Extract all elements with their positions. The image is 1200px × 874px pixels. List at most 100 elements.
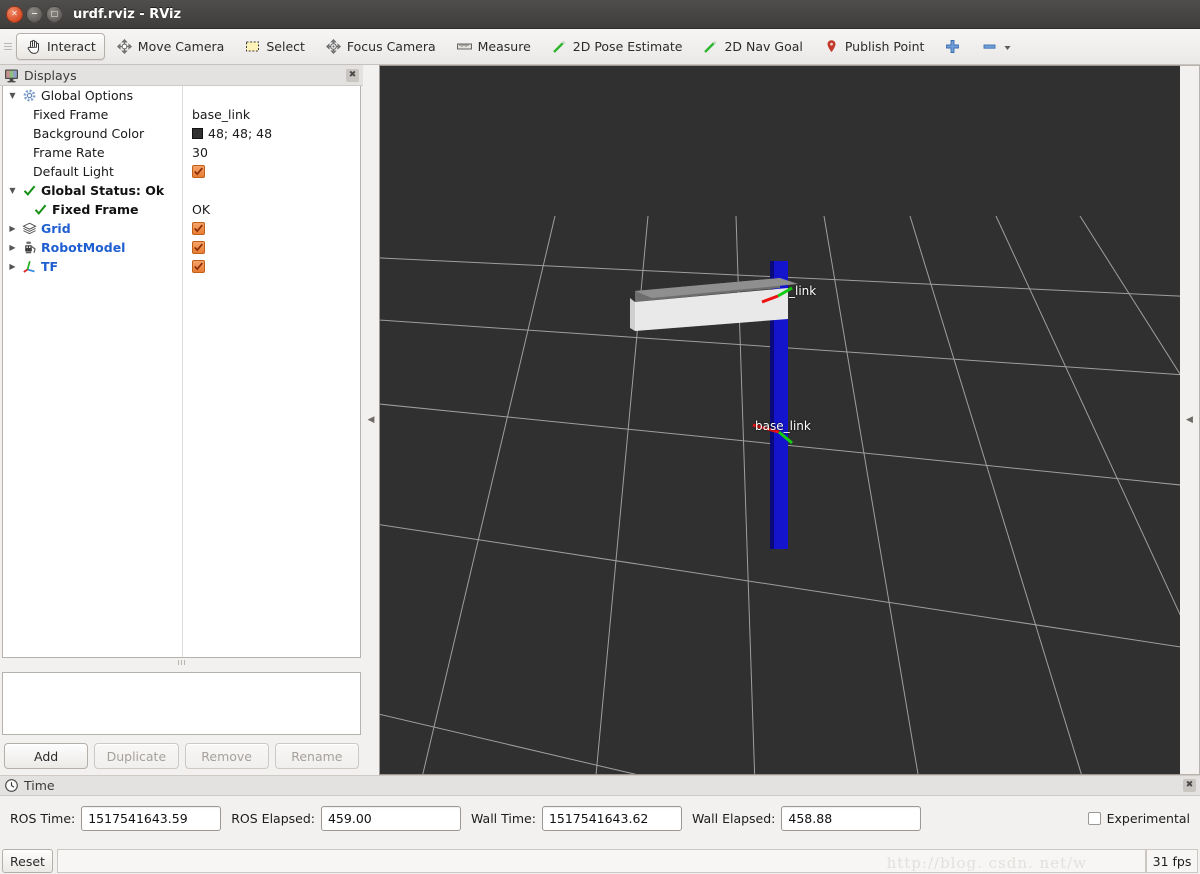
frame-label-base-link: base_link bbox=[755, 419, 811, 433]
tool-2d-nav-goal-label: 2D Nav Goal bbox=[724, 39, 803, 54]
expander-open-icon[interactable]: ▼ bbox=[7, 186, 18, 195]
tree-row-name-cell: Default Light bbox=[3, 164, 182, 179]
grid-icon bbox=[22, 221, 37, 236]
minus-icon bbox=[981, 38, 998, 55]
tree-row-value: 48; 48; 48 bbox=[208, 126, 273, 141]
render-viewport[interactable]: _link base_link bbox=[379, 65, 1180, 775]
plus-icon bbox=[944, 38, 961, 55]
maximize-icon: □ bbox=[50, 9, 59, 18]
tree-row-name-cell: ▶ TF bbox=[3, 259, 182, 274]
wall-time-label: Wall Time: bbox=[470, 810, 536, 826]
displays-tree[interactable]: ▼ Global Options Fixed Frame base_link Backg… bbox=[2, 86, 361, 658]
tool-focus-camera[interactable]: Focus Camera bbox=[316, 33, 445, 60]
experimental-checkbox-group[interactable]: Experimental bbox=[1087, 810, 1190, 826]
tree-row-label: Global Options bbox=[41, 88, 134, 103]
expander-closed-icon[interactable]: ▶ bbox=[7, 224, 18, 233]
toolbar-grip[interactable] bbox=[4, 36, 12, 58]
remove-tool-button[interactable] bbox=[972, 33, 1021, 60]
experimental-label: Experimental bbox=[1106, 810, 1190, 826]
check-icon bbox=[33, 202, 48, 217]
tool-move-camera-label: Move Camera bbox=[137, 39, 225, 54]
left-collapse-handle[interactable]: ◀ bbox=[363, 65, 379, 775]
rename-button-label: Rename bbox=[291, 748, 343, 764]
tree-row-name-cell: ▼ Global Status: Ok bbox=[3, 183, 182, 198]
enabled-checkbox[interactable] bbox=[192, 165, 205, 178]
tree-row-value: base_link bbox=[192, 107, 251, 122]
wall-elapsed-input[interactable]: 458.88 bbox=[781, 805, 922, 831]
remove-button-label: Remove bbox=[201, 748, 252, 764]
tree-row-value-cell[interactable] bbox=[182, 222, 360, 235]
maximize-button[interactable]: □ bbox=[46, 5, 63, 23]
expander-closed-icon[interactable]: ▶ bbox=[7, 262, 18, 271]
wall-time-input[interactable]: 1517541643.62 bbox=[541, 805, 682, 831]
tool-2d-nav-goal[interactable]: 2D Nav Goal bbox=[693, 33, 811, 60]
tree-row-value-cell[interactable]: 48; 48; 48 bbox=[182, 126, 360, 141]
tree-row-value-cell[interactable] bbox=[182, 241, 360, 254]
displays-close-button[interactable]: ✖ bbox=[346, 68, 359, 82]
green-arrow-icon bbox=[551, 38, 568, 55]
displays-panel-title: Displays bbox=[24, 67, 77, 83]
close-icon: ✖ bbox=[1185, 780, 1194, 790]
panel-splitter[interactable] bbox=[0, 658, 363, 666]
time-panel-header: Time ✖ bbox=[0, 775, 1200, 796]
tree-row-value-cell[interactable] bbox=[182, 165, 360, 178]
tree-row-value-cell[interactable]: base_link bbox=[182, 107, 360, 122]
select-rectangle-icon bbox=[244, 38, 261, 55]
tool-measure[interactable]: Measure bbox=[447, 33, 540, 60]
ruler-icon bbox=[456, 38, 473, 55]
time-close-button[interactable]: ✖ bbox=[1183, 779, 1196, 792]
resize-grip[interactable] bbox=[1188, 870, 1198, 874]
tool-2d-pose-estimate[interactable]: 2D Pose Estimate bbox=[542, 33, 692, 60]
chevron-left-icon: ◀ bbox=[367, 415, 375, 425]
move-camera-icon bbox=[116, 38, 133, 55]
rename-button[interactable]: Rename bbox=[274, 743, 359, 769]
map-pin-icon bbox=[823, 38, 840, 55]
reset-button[interactable]: Reset bbox=[2, 849, 53, 873]
ros-elapsed-label: ROS Elapsed: bbox=[231, 810, 315, 826]
enabled-checkbox[interactable] bbox=[192, 222, 205, 235]
minimize-button[interactable]: − bbox=[26, 5, 43, 23]
tree-row-value-cell[interactable] bbox=[182, 260, 360, 273]
tree-column-splitter[interactable] bbox=[182, 86, 183, 657]
experimental-checkbox[interactable] bbox=[1087, 811, 1101, 825]
ros-elapsed-value: 459.00 bbox=[327, 810, 372, 826]
remove-button[interactable]: Remove bbox=[184, 743, 269, 769]
clock-icon bbox=[4, 778, 19, 793]
enabled-checkbox[interactable] bbox=[192, 241, 205, 254]
tree-row-value-cell[interactable]: 30 bbox=[182, 145, 360, 160]
add-tool-button[interactable] bbox=[935, 33, 970, 60]
tool-interact[interactable]: Interact bbox=[16, 33, 105, 60]
tree-row-label: Frame Rate bbox=[33, 145, 105, 160]
close-icon: ✕ bbox=[11, 9, 18, 18]
right-collapse-handle[interactable]: ◀ bbox=[1180, 65, 1200, 775]
expander-closed-icon[interactable]: ▶ bbox=[7, 243, 18, 252]
main-toolbar: Interact Move Camera Select Focus Camera… bbox=[0, 29, 1200, 65]
color-swatch[interactable] bbox=[192, 128, 203, 139]
reset-button-label: Reset bbox=[10, 853, 45, 869]
ros-time-input[interactable]: 1517541643.59 bbox=[81, 805, 222, 831]
enabled-checkbox[interactable] bbox=[192, 260, 205, 273]
tool-select[interactable]: Select bbox=[235, 33, 314, 60]
chevron-down-icon[interactable] bbox=[1003, 38, 1012, 55]
tool-focus-camera-label: Focus Camera bbox=[346, 39, 436, 54]
monitor-icon bbox=[4, 68, 19, 83]
duplicate-button[interactable]: Duplicate bbox=[94, 743, 179, 769]
window-controls: ✕ − □ bbox=[0, 5, 63, 23]
green-arrow-icon bbox=[702, 38, 719, 55]
tree-row-label: RobotModel bbox=[41, 240, 126, 255]
axes-icon bbox=[22, 259, 37, 274]
tool-move-camera[interactable]: Move Camera bbox=[107, 33, 234, 60]
frame-label-link: _link bbox=[789, 284, 817, 298]
tree-row-value-cell[interactable]: OK bbox=[182, 202, 360, 217]
window-titlebar: ✕ − □ urdf.rviz - RViz bbox=[0, 0, 1200, 29]
expander-open-icon[interactable]: ▼ bbox=[7, 91, 18, 100]
time-fields-row: ROS Time: 1517541643.59 ROS Elapsed: 459… bbox=[0, 796, 1200, 840]
ros-elapsed-input[interactable]: 459.00 bbox=[320, 805, 461, 831]
robot-icon bbox=[22, 240, 37, 255]
chevron-left-icon: ◀ bbox=[1186, 415, 1193, 425]
close-button[interactable]: ✕ bbox=[6, 5, 23, 23]
check-icon bbox=[22, 183, 37, 198]
tree-row-name-cell: ▼ Global Options bbox=[3, 88, 182, 103]
tool-publish-point[interactable]: Publish Point bbox=[814, 33, 934, 60]
add-button[interactable]: Add bbox=[4, 743, 89, 769]
